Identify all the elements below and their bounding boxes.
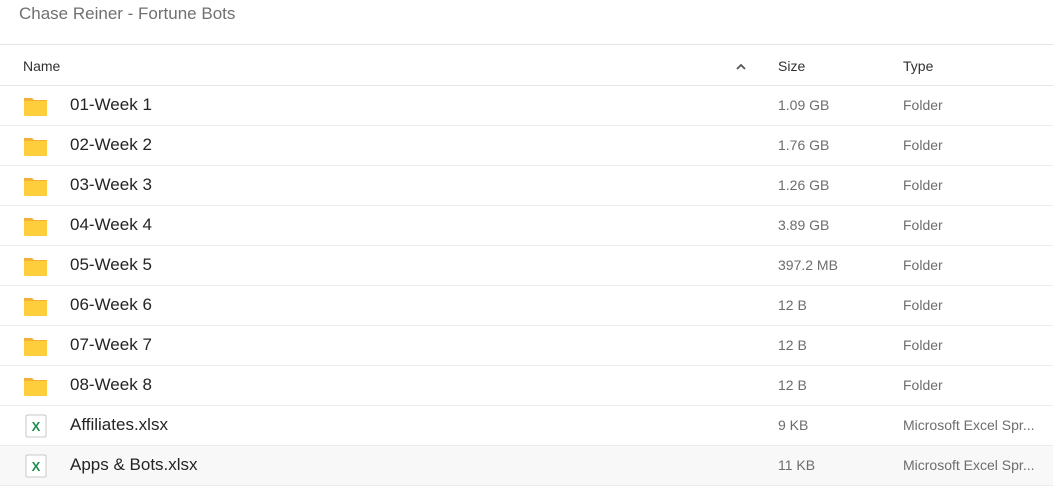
file-type: Folder [903, 377, 943, 393]
file-type: Folder [903, 177, 943, 193]
file-row[interactable]: 05-Week 5 397.2 MB Folder [0, 246, 1053, 286]
folder-icon [23, 214, 49, 238]
column-header-row: Name Size Type [0, 44, 1053, 86]
file-name[interactable]: 07-Week 7 [70, 335, 152, 355]
file-row[interactable]: 03-Week 3 1.26 GB Folder [0, 166, 1053, 206]
file-name[interactable]: 05-Week 5 [70, 255, 152, 275]
file-type: Folder [903, 137, 943, 153]
file-name[interactable]: 03-Week 3 [70, 175, 152, 195]
file-size: 12 B [778, 377, 807, 393]
excel-icon: X [23, 414, 49, 438]
file-row[interactable]: X Affiliates.xlsx 9 KB Microsoft Excel Spr… [0, 406, 1053, 446]
folder-icon [23, 374, 49, 398]
folder-icon [23, 134, 49, 158]
file-type: Folder [903, 257, 943, 273]
folder-icon [23, 174, 49, 198]
file-size: 12 B [778, 297, 807, 313]
file-type: Folder [903, 217, 943, 233]
file-size: 397.2 MB [778, 257, 838, 273]
file-type: Folder [903, 337, 943, 353]
file-type: Microsoft Excel Spr... [903, 417, 1035, 433]
file-row[interactable]: 01-Week 1 1.09 GB Folder [0, 86, 1053, 126]
svg-text:X: X [32, 419, 41, 434]
breadcrumb: Chase Reiner - Fortune Bots [19, 4, 236, 23]
file-size: 1.76 GB [778, 137, 830, 153]
folder-icon [23, 294, 49, 318]
file-row[interactable]: 02-Week 2 1.76 GB Folder [0, 126, 1053, 166]
file-name[interactable]: 01-Week 1 [70, 95, 152, 115]
excel-icon: X [23, 454, 49, 478]
folder-icon [23, 254, 49, 278]
file-name[interactable]: 02-Week 2 [70, 135, 152, 155]
file-row[interactable]: X Apps & Bots.xlsx 11 KB Microsoft Excel S… [0, 446, 1053, 486]
file-name[interactable]: Affiliates.xlsx [70, 415, 168, 435]
file-size: 1.09 GB [778, 97, 830, 113]
file-name[interactable]: 08-Week 8 [70, 375, 152, 395]
svg-text:X: X [32, 459, 41, 474]
file-size: 9 KB [778, 417, 809, 433]
file-type: Microsoft Excel Spr... [903, 457, 1035, 473]
file-row[interactable]: 08-Week 8 12 B Folder [0, 366, 1053, 406]
folder-icon [23, 334, 49, 358]
file-type: Folder [903, 97, 943, 113]
file-name[interactable]: Apps & Bots.xlsx [70, 455, 198, 475]
folder-icon [23, 94, 49, 118]
column-header-type[interactable]: Type [903, 58, 933, 74]
column-header-name[interactable]: Name [23, 58, 60, 74]
file-size: 12 B [778, 337, 807, 353]
file-type: Folder [903, 297, 943, 313]
file-size: 1.26 GB [778, 177, 830, 193]
file-row[interactable]: 06-Week 6 12 B Folder [0, 286, 1053, 326]
column-header-size[interactable]: Size [778, 58, 805, 74]
file-name[interactable]: 06-Week 6 [70, 295, 152, 315]
file-list: 01-Week 1 1.09 GB Folder 02-Week 2 1.76 GB F… [0, 86, 1053, 486]
file-size: 3.89 GB [778, 217, 830, 233]
chevron-up-icon[interactable] [735, 62, 747, 72]
file-row[interactable]: 07-Week 7 12 B Folder [0, 326, 1053, 366]
file-row[interactable]: 04-Week 4 3.89 GB Folder [0, 206, 1053, 246]
file-name[interactable]: 04-Week 4 [70, 215, 152, 235]
file-size: 11 KB [778, 457, 816, 473]
